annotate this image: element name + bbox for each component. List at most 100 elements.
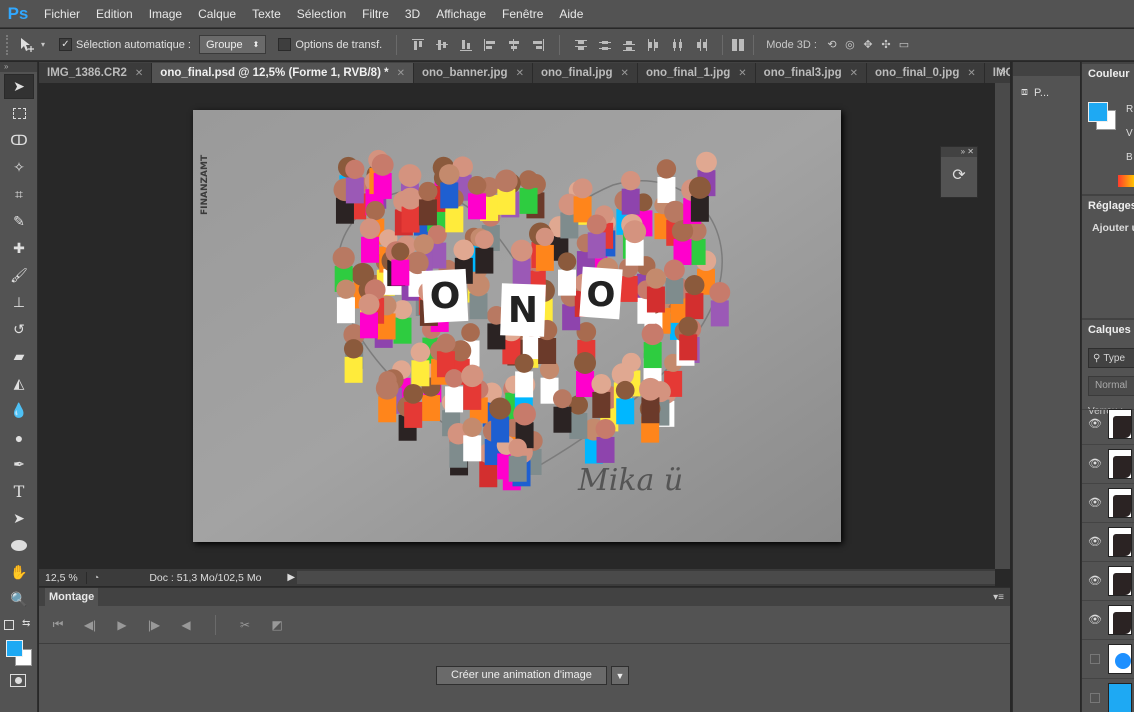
- menu-fenetre[interactable]: Fenêtre: [494, 0, 551, 28]
- vertical-scrollbar[interactable]: [995, 83, 1010, 569]
- mini-panel-header[interactable]: » ✕: [941, 147, 977, 157]
- healing-brush-tool[interactable]: ✚: [4, 236, 34, 261]
- next-frame-icon[interactable]: |▶: [145, 616, 163, 634]
- 3d-slide-icon[interactable]: ✣: [877, 36, 895, 54]
- zoom-level[interactable]: 12,5 %: [39, 571, 87, 584]
- magic-wand-tool[interactable]: ✧: [4, 155, 34, 180]
- horizontal-scrollbar[interactable]: [297, 571, 995, 584]
- align-top-icon[interactable]: [409, 36, 427, 54]
- eraser-tool[interactable]: ▰: [4, 344, 34, 369]
- first-frame-icon[interactable]: ⏮: [49, 616, 67, 634]
- layer-row[interactable]: [1082, 639, 1134, 677]
- align-hcenter-icon[interactable]: [505, 36, 523, 54]
- canvas-area[interactable]: O N O FINANZAMT Mika ü: [39, 83, 995, 569]
- clone-stamp-tool[interactable]: ⊥: [4, 290, 34, 315]
- menu-edition[interactable]: Edition: [88, 0, 141, 28]
- color-ramp[interactable]: [1118, 175, 1134, 187]
- eye-icon[interactable]: 👁: [1082, 535, 1108, 548]
- menu-selection[interactable]: Sélection: [289, 0, 354, 28]
- tab-ono-final-jpg[interactable]: ono_final.jpg ✕: [532, 63, 638, 83]
- visibility-toggle[interactable]: [1090, 653, 1100, 664]
- dodge-tool[interactable]: ●: [4, 425, 34, 450]
- adjustments-tab[interactable]: Réglages: [1082, 194, 1134, 216]
- previous-frame-icon[interactable]: ◀|: [81, 616, 99, 634]
- 3d-roll-icon[interactable]: ◎: [841, 36, 859, 54]
- menu-fichier[interactable]: Fichier: [36, 0, 88, 28]
- crop-tool[interactable]: ⌗: [4, 182, 34, 207]
- tab-ono-final-0[interactable]: ono_final_0.jpg ✕: [867, 63, 985, 83]
- brush-tool[interactable]: 🖌: [4, 263, 34, 288]
- eyedropper-tool[interactable]: ✎: [4, 209, 34, 234]
- tab-img-truncated[interactable]: IMG: [984, 63, 1010, 83]
- options-grip[interactable]: [6, 34, 12, 55]
- distribute-hcenter-icon[interactable]: [668, 36, 686, 54]
- distribute-vcenter-icon[interactable]: [596, 36, 614, 54]
- pen-tool[interactable]: ✒: [4, 452, 34, 477]
- close-icon[interactable]: ✕: [738, 68, 746, 79]
- align-left-icon[interactable]: [481, 36, 499, 54]
- blur-tool[interactable]: 💧: [4, 398, 34, 423]
- status-arrow-icon[interactable]: ▶: [287, 572, 295, 583]
- timeline-title[interactable]: Montage: [45, 588, 99, 606]
- more-tabs-icon[interactable]: »: [999, 64, 1006, 78]
- 3d-scale-icon[interactable]: ▭: [895, 36, 913, 54]
- eye-icon[interactable]: 👁: [1082, 417, 1108, 430]
- distribute-right-icon[interactable]: [692, 36, 710, 54]
- path-selection-tool[interactable]: ➤: [4, 506, 34, 531]
- 3d-pan-icon[interactable]: ✥: [859, 36, 877, 54]
- distribute-top-icon[interactable]: [572, 36, 590, 54]
- marquee-tool[interactable]: [4, 101, 34, 126]
- transform-controls-checkbox[interactable]: [278, 38, 292, 51]
- panel-menu-icon[interactable]: ▾≡: [993, 592, 1004, 603]
- close-icon[interactable]: ✕: [135, 68, 143, 79]
- eye-icon[interactable]: 👁: [1082, 613, 1108, 626]
- hand-tool[interactable]: ✋: [4, 560, 34, 585]
- tab-ono-banner[interactable]: ono_banner.jpg ✕: [413, 63, 533, 83]
- zoom-tool[interactable]: 🔍: [4, 587, 34, 612]
- eye-icon[interactable]: 👁: [1082, 574, 1108, 587]
- create-animation-dropdown[interactable]: ▼: [610, 666, 629, 685]
- menu-image[interactable]: Image: [141, 0, 190, 28]
- paint-bucket-tool[interactable]: ◭: [4, 371, 34, 396]
- 3d-rotate-icon[interactable]: ⟲: [823, 36, 841, 54]
- close-icon[interactable]: ✕: [621, 68, 629, 79]
- align-vcenter-icon[interactable]: [433, 36, 451, 54]
- color-panel-foreground[interactable]: [1088, 102, 1108, 122]
- layer-row[interactable]: 👁: [1082, 561, 1134, 599]
- foreground-color-swatch[interactable]: [6, 640, 23, 657]
- layer-row[interactable]: [1082, 678, 1134, 712]
- quick-mask-icon[interactable]: [10, 674, 26, 687]
- distribute-left-icon[interactable]: [644, 36, 662, 54]
- audio-icon[interactable]: ◀: [177, 616, 195, 634]
- layers-filter[interactable]: ⚲ Type: [1088, 348, 1134, 368]
- layer-row[interactable]: 👁: [1082, 483, 1134, 521]
- menu-3d[interactable]: 3D: [397, 0, 428, 28]
- close-icon[interactable]: ✕: [967, 68, 975, 79]
- menu-texte[interactable]: Texte: [244, 0, 289, 28]
- color-panel-tab[interactable]: Couleur: [1082, 62, 1134, 84]
- auto-select-checkbox[interactable]: ✓: [59, 38, 72, 51]
- properties-panel-button[interactable]: ⧈ P...: [1013, 76, 1080, 109]
- transition-icon[interactable]: ◩: [268, 616, 286, 634]
- default-colors-icon[interactable]: [4, 620, 14, 630]
- type-tool[interactable]: T: [4, 479, 34, 504]
- layer-row[interactable]: 👁: [1082, 600, 1134, 638]
- menu-calque[interactable]: Calque: [190, 0, 244, 28]
- close-icon[interactable]: ✕: [516, 68, 524, 79]
- history-icon[interactable]: ⟳: [941, 157, 977, 193]
- document-canvas[interactable]: O N O FINANZAMT Mika ü: [193, 110, 841, 542]
- layer-row[interactable]: 👁: [1082, 522, 1134, 560]
- tab-ono-final-1[interactable]: ono_final_1.jpg ✕: [637, 63, 756, 83]
- tools-panel-collapse[interactable]: »: [0, 62, 37, 72]
- play-icon[interactable]: ▶: [113, 616, 131, 634]
- history-brush-tool[interactable]: ↺: [4, 317, 34, 342]
- close-icon[interactable]: ✕: [397, 68, 405, 79]
- tab-ono-final-psd[interactable]: ono_final.psd @ 12,5% (Forme 1, RVB/8) *…: [152, 63, 414, 83]
- tab-img1386[interactable]: IMG_1386.CR2 ✕: [39, 63, 153, 83]
- auto-select-dropdown[interactable]: Groupe ⬍: [198, 35, 267, 54]
- visibility-toggle[interactable]: [1090, 692, 1100, 703]
- eye-icon[interactable]: 👁: [1082, 457, 1108, 470]
- align-bottom-icon[interactable]: [457, 36, 475, 54]
- align-right-icon[interactable]: [529, 36, 547, 54]
- auto-align-icon[interactable]: [729, 36, 747, 54]
